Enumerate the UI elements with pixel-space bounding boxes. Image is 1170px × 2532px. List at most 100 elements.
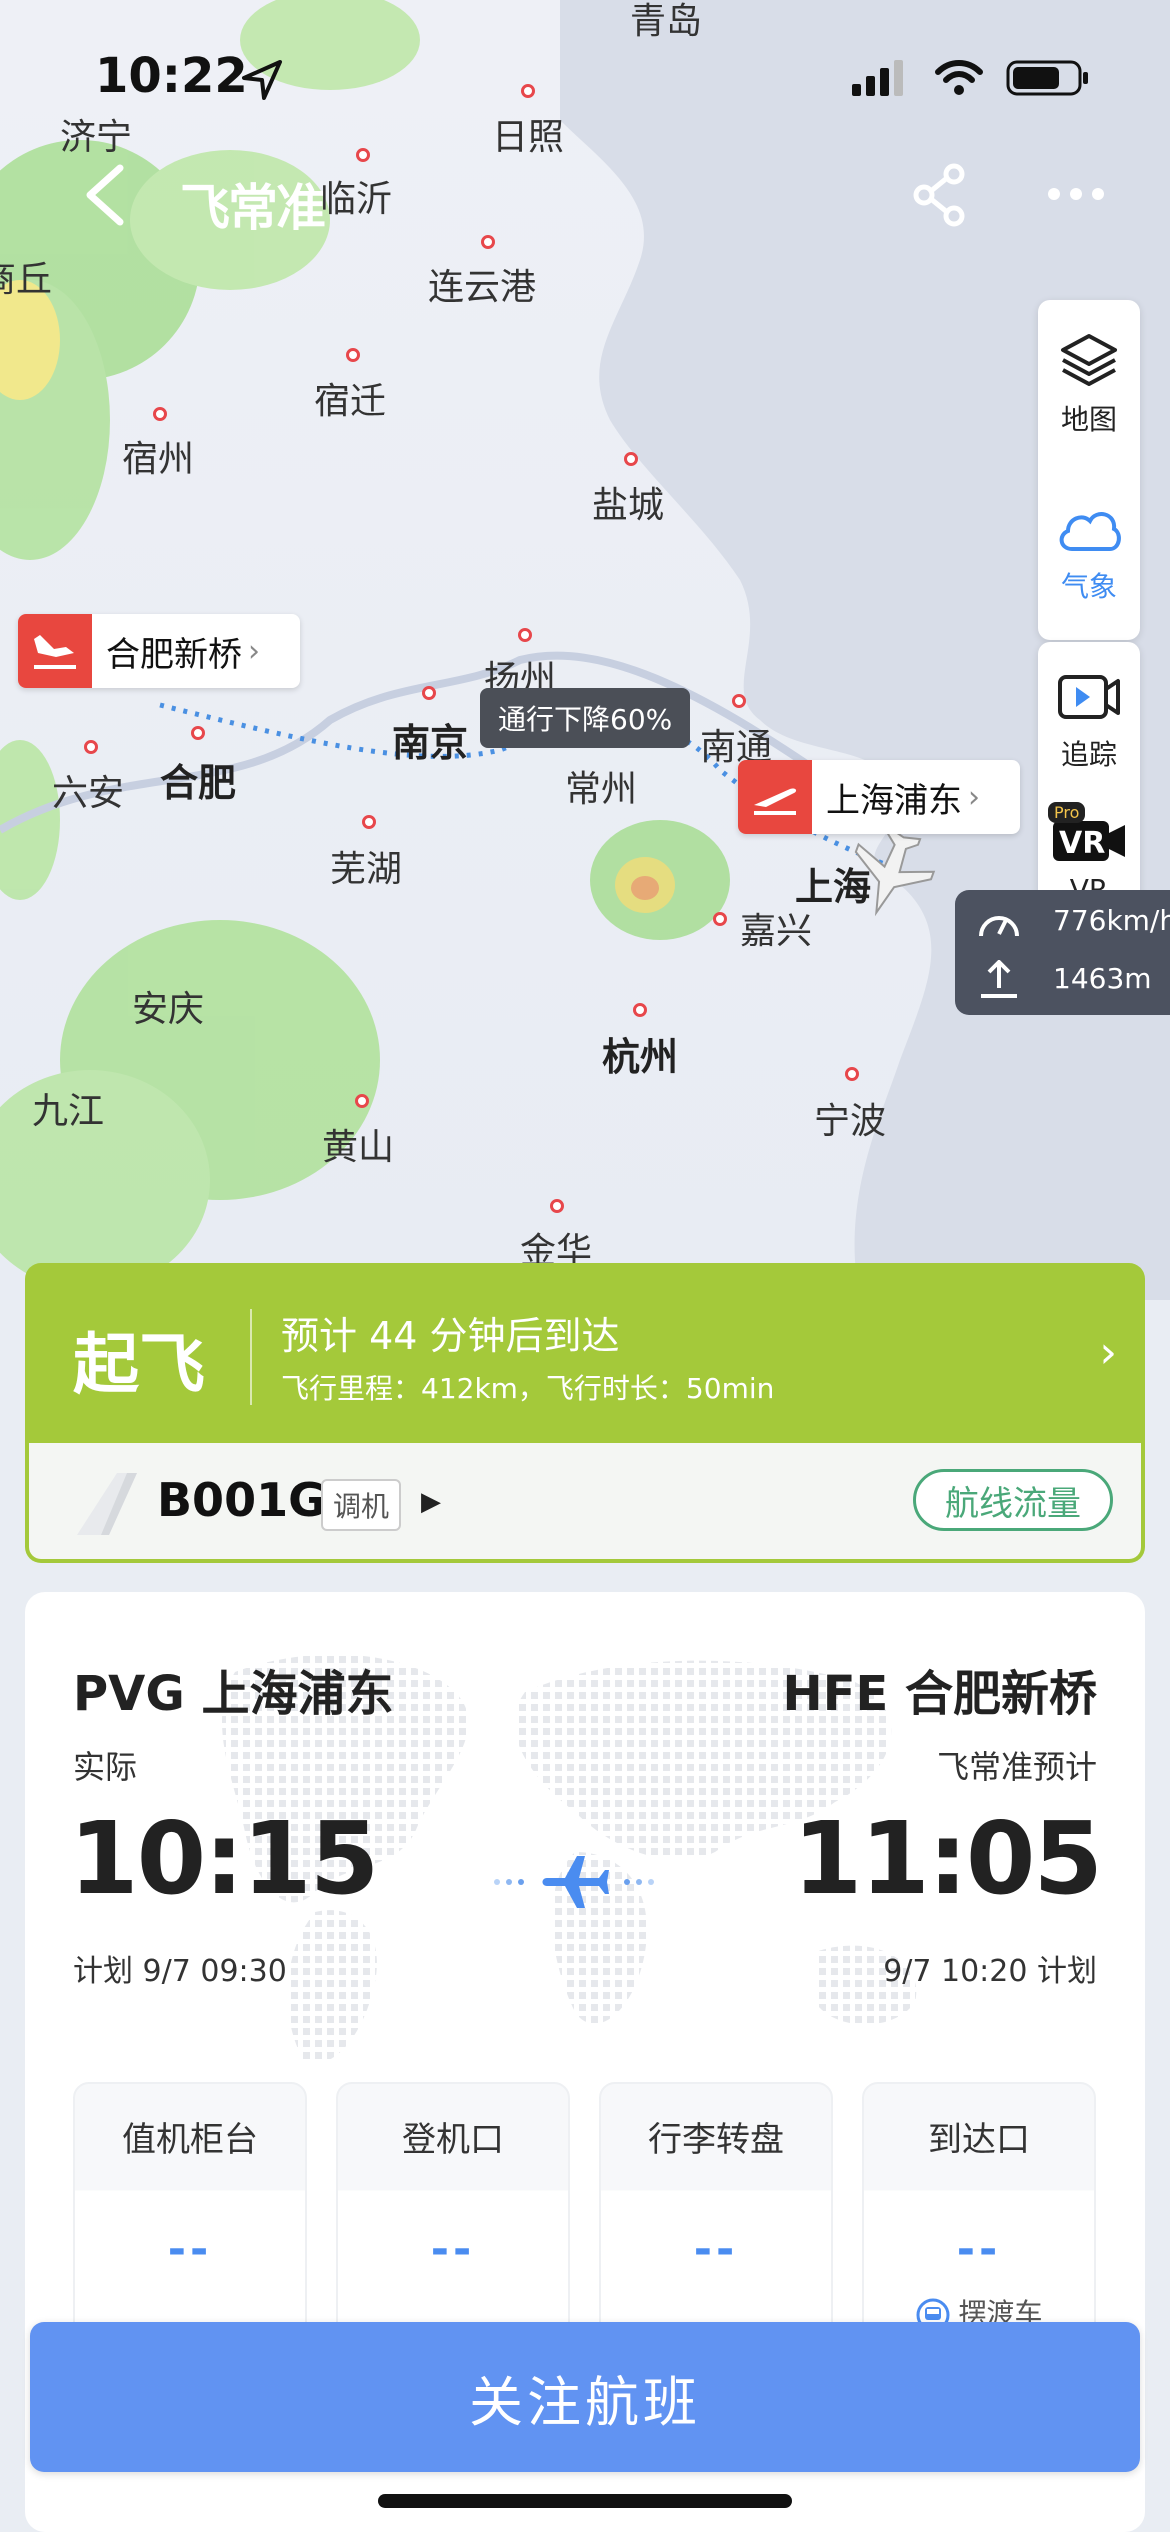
baggage-carousel-box: 行李转盘 -- <box>599 2082 833 2352</box>
city-dot <box>518 628 532 642</box>
departure-airport-name: 上海浦东 <box>826 780 962 821</box>
svg-text:VR: VR <box>1059 826 1105 861</box>
city-dot <box>356 148 370 162</box>
departure-airport: PVG 上海浦东 <box>73 1666 394 1722</box>
video-camera-icon <box>1058 675 1120 719</box>
city-dot <box>84 740 98 754</box>
flight-type-tag: 调机 <box>321 1479 402 1531</box>
city-dot <box>633 1003 647 1017</box>
more-icon[interactable] <box>1046 184 1106 204</box>
arrival-time: 11:05 <box>792 1800 1103 1917</box>
city-label: 六安 <box>52 773 125 814</box>
arrival-exit-value: -- <box>956 2224 1002 2275</box>
weather-button[interactable]: 气象 <box>1038 470 1140 640</box>
page-title: 飞常准 <box>180 179 326 237</box>
layers-icon <box>1061 334 1117 386</box>
city-label: 杭州 <box>602 1035 679 1079</box>
checkin-counter-value: -- <box>167 2224 213 2275</box>
arrival-airport-tag[interactable]: 合肥新桥 › <box>18 614 300 688</box>
share-icon[interactable] <box>910 162 970 228</box>
city-label: 日照 <box>492 117 565 158</box>
route-traffic-button[interactable]: 航线流量 <box>913 1469 1113 1531</box>
back-arrow-icon[interactable] <box>80 162 130 228</box>
city-label: 芜湖 <box>330 849 403 890</box>
city-dot <box>481 235 495 249</box>
city-dot <box>153 407 167 421</box>
map-tools-panel: 地图 气象 <box>1038 300 1140 640</box>
follow-flight-button[interactable]: 关注航班 <box>30 2322 1140 2472</box>
city-label: 宁波 <box>814 1101 887 1142</box>
arrival-airport-name: 合肥新桥 <box>106 634 242 675</box>
wifi-icon <box>935 60 983 95</box>
city-dot <box>355 1094 369 1108</box>
chevron-right-icon: › <box>1099 1327 1117 1378</box>
airplane-icon <box>494 1856 654 1908</box>
track-button[interactable]: 追踪 <box>1038 642 1140 802</box>
divider <box>250 1309 252 1405</box>
baggage-carousel-title: 行李转盘 <box>648 2120 784 2160</box>
city-label: 宿迁 <box>314 381 387 422</box>
speed-value: 776km/h <box>1053 904 1170 937</box>
city-label: 连云港 <box>428 267 537 308</box>
gate-box: 登机口 -- <box>336 2082 570 2352</box>
city-dot <box>346 348 360 362</box>
departure-time: 10:15 <box>69 1800 379 1917</box>
battery-icon <box>1006 60 1088 96</box>
city-dot <box>624 452 638 466</box>
city-label: 临沂 <box>320 179 393 220</box>
traffic-bubble: 通行下降60% <box>480 688 691 748</box>
aircraft-row: B001G 调机 ▶ 航线流量 <box>25 1443 1145 1563</box>
flight-status-card[interactable]: 起飞 预计 44 分钟后到达 飞行里程：412km，飞行时长：50min › <box>25 1263 1145 1443</box>
city-label: 宿州 <box>122 439 195 480</box>
city-label: 南京 <box>392 721 469 765</box>
location-arrow-icon <box>242 60 282 100</box>
weather-label: 气象 <box>1060 570 1117 603</box>
distance-text: 飞行里程：412km，飞行时长：50min <box>281 1372 775 1405</box>
pro-badge: Pro <box>1048 802 1086 823</box>
city-dot <box>550 1199 564 1213</box>
flight-state: 起飞 <box>73 1326 205 1403</box>
city-dot <box>191 726 205 740</box>
city-dot <box>845 1067 859 1081</box>
checkin-counter-box: 值机柜台 -- <box>73 2082 307 2352</box>
city-label: 青岛 <box>630 1 703 42</box>
city-label: 九江 <box>32 1091 105 1132</box>
checkin-counter-title: 值机柜台 <box>122 2120 258 2160</box>
vr-camera-icon: VR <box>1053 820 1125 861</box>
gate-title: 登机口 <box>402 2120 504 2160</box>
city-dot <box>422 686 436 700</box>
speed-altitude-box: 776km/h 1463m <box>955 890 1170 1015</box>
map-tools-panel-2: 追踪 Pro VR VR <box>1038 642 1140 922</box>
arrival-exit-box: 到达口 -- 摆渡车 <box>862 2082 1096 2352</box>
baggage-carousel-value: -- <box>693 2224 739 2275</box>
city-dot <box>362 815 376 829</box>
track-label: 追踪 <box>1060 738 1117 771</box>
takeoff-icon <box>738 760 812 834</box>
city-label: 商丘 <box>0 259 53 300</box>
city-label: 安庆 <box>132 989 205 1030</box>
signal-icon <box>852 60 903 96</box>
city-dot <box>521 84 535 98</box>
cloud-icon <box>1059 512 1121 551</box>
eta-text: 预计 44 分钟后到达 <box>281 1314 620 1358</box>
city-dot <box>732 694 746 708</box>
altitude-value: 1463m <box>1053 962 1152 995</box>
aircraft-tail-icon <box>77 1473 137 1535</box>
expand-triangle-icon[interactable]: ▶ <box>421 1487 441 1517</box>
gate-value: -- <box>430 2224 476 2275</box>
home-indicator <box>378 2494 792 2508</box>
map-layer-button[interactable]: 地图 <box>1038 300 1140 470</box>
city-label: 黄山 <box>322 1127 395 1168</box>
city-label: 合肥 <box>160 761 237 805</box>
flight-map[interactable]: 青岛 济宁 日照 商丘 连云港 宿迁 宿州 盐城 扬州 南京 南通 常州 六安 … <box>0 0 1170 1300</box>
map-layer-label: 地图 <box>1060 403 1117 436</box>
city-label: 嘉兴 <box>740 911 813 952</box>
arrival-plan: 9/7 10:20 计划 <box>883 1954 1097 1989</box>
city-label: 济宁 <box>60 117 133 158</box>
departure-airport-tag[interactable]: 上海浦东 › <box>738 760 1020 834</box>
city-dot <box>713 912 727 926</box>
altitude-icon <box>981 960 1017 998</box>
arrival-time-type: 飞常准预计 <box>936 1748 1097 1786</box>
city-label: 盐城 <box>592 485 665 526</box>
arrival-exit-title: 到达口 <box>928 2120 1030 2160</box>
